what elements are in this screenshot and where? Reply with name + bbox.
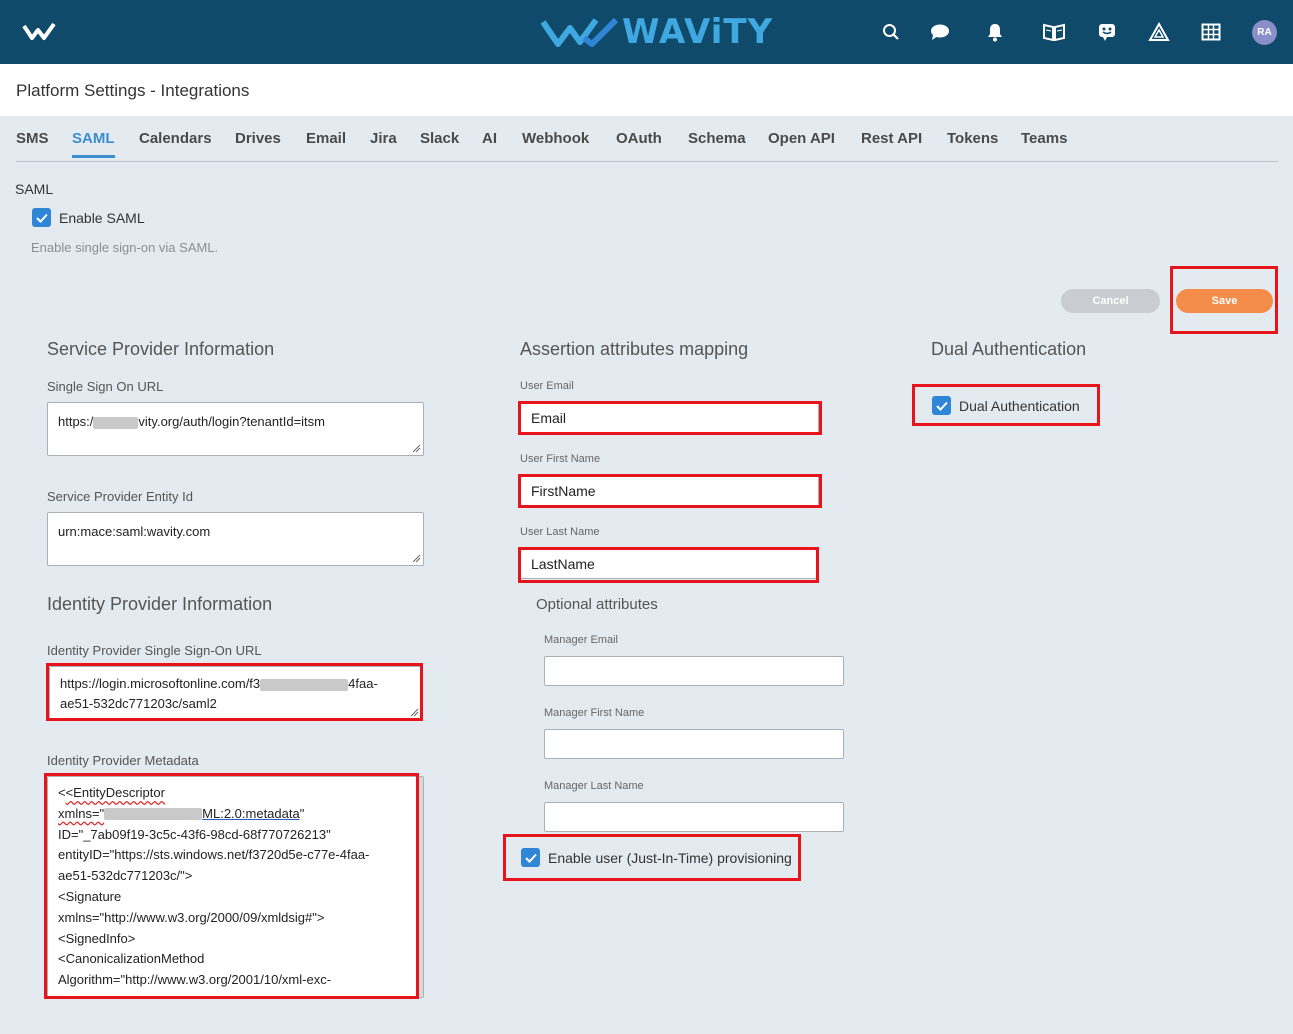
search-icon[interactable] [877,18,905,46]
dual-auth-heading: Dual Authentication [931,339,1087,359]
tab-teams[interactable]: Teams [1021,130,1067,147]
saml-section-label: SAML [15,181,54,197]
tab-webhook[interactable]: Webhook [522,130,589,147]
top-navigation-bar: WAViTY RA [0,0,1293,64]
jit-provisioning-checkbox[interactable] [521,848,540,867]
metadata-entity-descriptor: <EntityDescriptor [65,785,165,800]
assistant-icon[interactable] [1093,18,1121,46]
integration-tabs: SMS SAML Calendars Drives Email Jira Sla… [16,116,1278,162]
page-title: Platform Settings - Integrations [16,81,250,100]
dual-auth-label: Dual Authentication [959,398,1080,414]
metadata-line: entityID="https://sts.windows.net/f3720d… [58,847,370,863]
assertion-heading: Assertion attributes mapping [520,339,749,359]
bell-icon[interactable] [981,18,1009,46]
grid-icon[interactable] [1197,18,1225,46]
idp-metadata-label: Identity Provider Metadata [47,753,199,768]
sso-url-suffix: vity.org/auth/login?tenantId=itsm [138,414,325,429]
service-provider-heading: Service Provider Information [47,339,275,359]
identity-provider-heading: Identity Provider Information [47,594,273,614]
idp-url-prefix: https://login.microsoftonline.com/f3 [60,676,261,691]
user-avatar[interactable]: RA [1252,20,1277,45]
dual-auth-checkbox[interactable] [932,396,951,415]
tab-sms[interactable]: SMS [16,130,49,147]
metadata-xmlns-value: ML:2.0:metadata [202,805,300,821]
manager-last-name-label: Manager Last Name [544,780,644,792]
book-icon[interactable] [1040,18,1068,46]
page-header: Platform Settings - Integrations [0,64,1293,116]
manager-email-input[interactable] [544,656,844,686]
user-first-name-input[interactable]: FirstName [520,476,819,506]
metadata-line: ae51-532dc771203c/"> [58,868,193,884]
redacted-text [93,416,139,429]
cancel-button[interactable]: Cancel [1061,289,1160,313]
idp-url-suffix: 4faa- [348,676,378,691]
manager-email-label: Manager Email [544,634,618,646]
entity-id-field[interactable]: urn:mace:saml:wavity.com [47,512,424,566]
top-icon-bar [0,18,1293,46]
manager-first-name-input[interactable] [544,729,844,759]
redacted-text [104,808,203,821]
resize-handle-icon[interactable] [411,553,421,563]
manager-last-name-input[interactable] [544,802,844,832]
metadata-line: <Signature [58,888,122,904]
metadata-line: xmlns=" ML:2.0:metadata" [58,804,413,825]
metadata-line: <CanonicalizationMethod [58,951,205,967]
idp-sso-url-field[interactable]: https://login.microsoftonline.com/f3 4faa… [49,666,422,720]
user-last-name-value: LastName [531,556,595,572]
metadata-line: ID="_7ab09f19-3c5c-43f6-98cd-68f77072621… [58,826,331,842]
jit-provisioning-label: Enable user (Just-In-Time) provisioning [548,850,792,866]
tab-open-api[interactable]: Open API [768,130,835,147]
metadata-line: <SignedInfo> [58,930,136,946]
user-email-input[interactable]: Email [520,403,819,433]
tab-saml[interactable]: SAML [72,130,115,147]
user-last-name-input[interactable]: LastName [520,549,817,579]
metadata-scrollbar[interactable] [418,777,423,997]
tab-tokens[interactable]: Tokens [947,130,998,147]
enable-saml-hint: Enable single sign-on via SAML. [31,240,219,255]
idp-sso-url-label: Identity Provider Single Sign-On URL [47,643,262,658]
tab-email[interactable]: Email [306,130,346,147]
check-icon [524,853,537,863]
resize-handle-icon[interactable] [409,707,419,717]
user-email-label: User Email [520,380,574,392]
check-icon [935,401,948,411]
idp-metadata-field[interactable]: <<EntityDescriptor xmlns=" ML:2.0:metadat… [47,776,424,998]
entity-id-label: Service Provider Entity Id [47,489,193,504]
redacted-text [260,678,349,691]
tab-jira[interactable]: Jira [370,130,397,147]
idp-sso-url-line-2: ae51-532dc771203c/saml2 [60,696,217,711]
tab-oauth[interactable]: OAuth [616,130,662,147]
sso-url-label: Single Sign On URL [47,379,164,394]
metadata-xmlns: xmlns=" [58,805,105,821]
user-first-name-value: FirstName [531,483,596,499]
sso-url-field[interactable]: https:/ vity.org/auth/login?tenantId=itsm [47,402,424,456]
active-tab-indicator [72,155,115,158]
entity-id-value: urn:mace:saml:wavity.com [58,524,211,539]
tab-slack[interactable]: Slack [420,130,459,147]
tab-rest-api[interactable]: Rest API [861,130,922,147]
tab-schema[interactable]: Schema [688,130,746,147]
idp-sso-url-line-1: https://login.microsoftonline.com/f3 4faa… [60,674,411,694]
enable-saml-label: Enable SAML [59,210,145,226]
manager-first-name-label: Manager First Name [544,707,645,719]
resize-handle-icon[interactable] [411,443,421,453]
user-email-value: Email [531,410,567,426]
user-last-name-label: User Last Name [520,526,600,538]
metadata-line: xmlns="http://www.w3.org/2000/09/xmldsig… [58,909,325,925]
check-icon [35,213,48,223]
tab-ai[interactable]: AI [482,130,497,147]
enable-saml-checkbox[interactable] [32,208,51,227]
optional-attributes-heading: Optional attributes [536,596,658,613]
save-button[interactable]: Save [1176,289,1273,313]
chat-icon[interactable] [926,18,954,46]
triangle-icon[interactable] [1145,18,1173,46]
user-first-name-label: User First Name [520,453,601,465]
metadata-quote: " [299,805,305,821]
tab-calendars[interactable]: Calendars [139,130,212,147]
metadata-line: <<EntityDescriptor [58,785,165,800]
sso-url-prefix: https:/ [58,414,94,429]
tab-drives[interactable]: Drives [235,130,281,147]
metadata-line: Algorithm="http://www.w3.org/2001/10/xml… [58,972,332,988]
